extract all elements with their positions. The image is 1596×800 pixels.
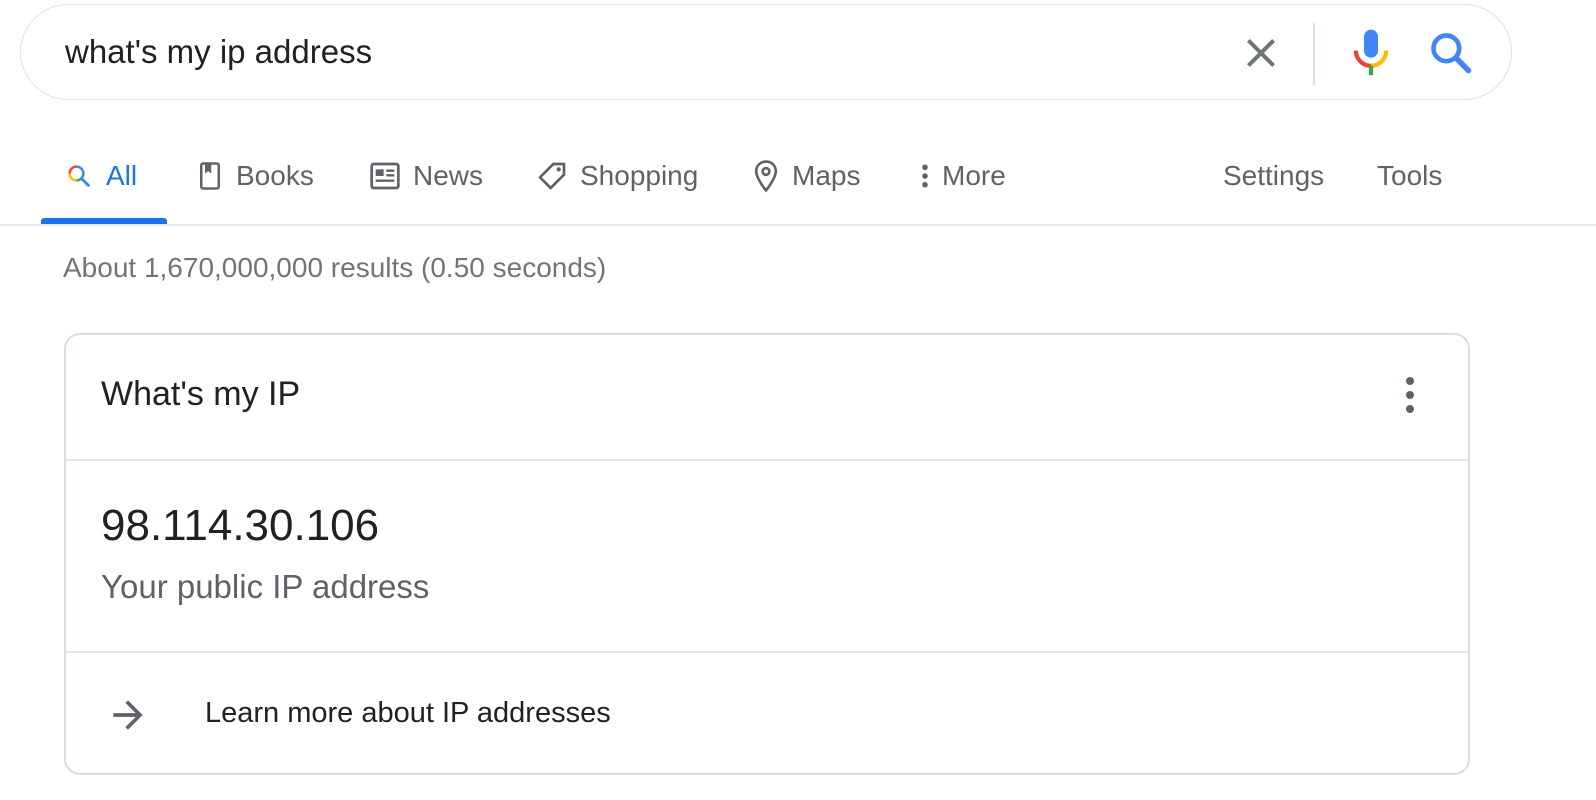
clear-search-button[interactable] [1237, 29, 1285, 77]
learn-more-link[interactable]: Learn more about IP addresses [66, 653, 1468, 773]
vertical-dots-icon [918, 161, 932, 191]
tab-label: Shopping [580, 160, 699, 191]
tab-label: All [106, 160, 138, 191]
search-button[interactable] [1423, 25, 1479, 81]
tab-label: More [942, 160, 1006, 191]
close-icon [1247, 39, 1275, 67]
tools-label: Tools [1377, 160, 1443, 191]
card-divider [66, 459, 1468, 461]
tag-icon [536, 160, 568, 192]
search-bar-divider [1313, 23, 1315, 85]
ip-address-caption: Your public IP address [101, 568, 430, 605]
voice-search-button[interactable] [1343, 25, 1399, 81]
tab-all[interactable]: All [64, 154, 137, 198]
settings-label: Settings [1223, 160, 1325, 191]
more-vert-icon [1406, 377, 1414, 413]
card-menu-button[interactable] [1386, 371, 1434, 419]
arrow-right-icon [113, 700, 143, 730]
learn-more-label: Learn more about IP addresses [205, 697, 611, 729]
tabs-divider [0, 224, 1596, 226]
tab-label: News [413, 160, 484, 191]
tab-news[interactable]: News [369, 154, 483, 198]
newspaper-icon [369, 161, 401, 191]
mic-icon [1353, 29, 1389, 76]
tools-link[interactable]: Tools [1377, 154, 1442, 198]
card-title: What's my IP [101, 375, 301, 413]
tab-more[interactable]: More [918, 154, 1006, 198]
map-pin-icon [752, 159, 780, 193]
tab-label: Books [236, 160, 314, 191]
search-input[interactable] [65, 27, 1205, 77]
tab-books[interactable]: Books [196, 154, 314, 198]
result-stats: About 1,670,000,000 results (0.50 second… [63, 252, 607, 283]
tab-label: Maps [792, 160, 861, 191]
search-tabs: All Books News Shopping Maps More Settin… [0, 140, 1596, 226]
ip-address-value: 98.114.30.106 [101, 501, 380, 550]
ip-answer-card: What's my IP 98.114.30.106 Your public I… [64, 333, 1470, 775]
tab-maps[interactable]: Maps [752, 154, 860, 198]
book-icon [196, 161, 224, 191]
settings-link[interactable]: Settings [1223, 154, 1324, 198]
search-results-page: All Books News [0, 0, 1596, 800]
search-box [20, 4, 1512, 100]
tab-shopping[interactable]: Shopping [536, 154, 698, 198]
search-icon [64, 161, 94, 191]
search-icon [1431, 33, 1472, 74]
